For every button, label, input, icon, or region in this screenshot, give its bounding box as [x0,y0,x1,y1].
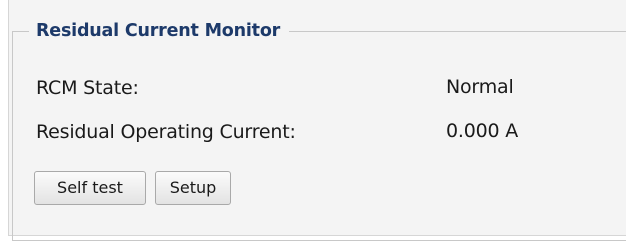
residual-current-label: Residual Operating Current: [36,121,296,143]
residual-current-value: 0.000 A [446,120,519,142]
rcm-state-label: RCM State: [36,77,139,99]
setup-button[interactable]: Setup [155,171,231,205]
section-title: Residual Current Monitor [29,16,290,46]
rcm-state-value: Normal [446,76,514,98]
self-test-button[interactable]: Self test [34,171,146,205]
